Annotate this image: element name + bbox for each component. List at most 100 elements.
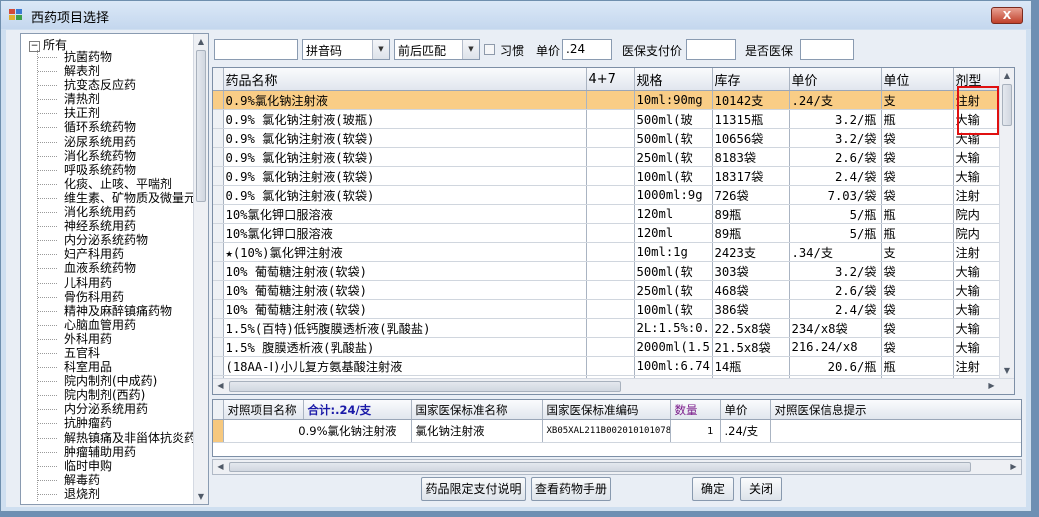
tree-item[interactable]: 神经系统用药 [38, 219, 198, 233]
row-header[interactable] [213, 204, 224, 224]
title-bar[interactable]: 西药项目选择 X [1, 1, 1031, 29]
row-header[interactable] [213, 128, 224, 148]
row-header[interactable] [213, 109, 224, 129]
tree-item[interactable]: 心脑血管用药 [38, 318, 198, 332]
tree-item[interactable]: 五官科 [38, 346, 198, 360]
col-header-hint[interactable]: 对照医保信息提示 [770, 400, 1021, 420]
col-header-unit[interactable]: 单位 [881, 68, 954, 91]
match-mode-select[interactable]: 前后匹配 ▼ [394, 39, 480, 60]
tree-item[interactable]: 清热剂 [38, 92, 198, 106]
close-button[interactable]: 关闭 [740, 477, 782, 501]
drug-grid-hscroll-thumb[interactable] [229, 381, 621, 392]
row-header[interactable] [213, 356, 224, 376]
insurance-price-input[interactable] [686, 39, 736, 60]
insured-input[interactable] [800, 39, 854, 60]
table-row[interactable]: 10%氯化钾口服溶液 120ml 89瓶 5/瓶瓶院内 [213, 204, 1004, 224]
table-row[interactable]: 0.9% 氯化钠注射液(软袋) 1000ml:9g 726袋 7.03/袋袋注射 [213, 185, 1004, 205]
table-row[interactable]: 0.9% 氯化钠注射液(软袋) 100ml(软 18317袋 2.4/袋袋大输 [213, 166, 1004, 186]
tree-item[interactable]: 呼吸系统药物 [38, 163, 198, 177]
table-row[interactable]: 1.5%(百特)低钙腹膜透析液(乳酸盐) 2L:1.5%:0. 22.5x8袋 234… [213, 318, 1004, 338]
col-header-total[interactable]: 合计:.24/支 [303, 400, 412, 420]
col-header-qty[interactable]: 数量 [670, 400, 721, 420]
tree-item[interactable]: 解表剂 [38, 64, 198, 78]
tree-item[interactable]: 循环系统药物 [38, 120, 198, 134]
tree-item[interactable]: 退烧剂 [38, 487, 198, 501]
tree-item[interactable]: 院内制剂(西药) [38, 388, 198, 402]
mapping-grid-hscrollbar[interactable]: ◀ ▶ [212, 459, 1022, 475]
tree-scrollbar[interactable]: ▲ ▼ [193, 34, 208, 504]
table-row[interactable]: 0.9% 氯化钠注射液(软袋) 250ml(软 8183袋 2.6/袋袋大输 [213, 147, 1004, 167]
price-input[interactable]: .24 [562, 39, 612, 60]
scroll-left-icon[interactable]: ◀ [213, 379, 228, 394]
tree-item[interactable]: 消化系统药物 [38, 149, 198, 163]
chevron-down-icon[interactable]: ▼ [372, 40, 389, 59]
scroll-left-icon[interactable]: ◀ [213, 460, 228, 474]
col-header-unit-price[interactable]: 单价 [720, 400, 771, 420]
tree-item[interactable]: 妇产科用药 [38, 247, 198, 261]
col-header-stock[interactable]: 库存 [712, 68, 790, 91]
col-header-std-code[interactable]: 国家医保标准编码 [542, 400, 671, 420]
tree-item[interactable]: 儿科用药 [38, 276, 198, 290]
tree-item[interactable]: 临时申购 [38, 459, 198, 473]
chevron-down-icon[interactable]: ▼ [462, 40, 479, 59]
row-header[interactable] [213, 90, 224, 110]
mapping-grid-hscroll-thumb[interactable] [229, 462, 971, 472]
tree-item[interactable]: 抗肿瘤药 [38, 416, 198, 430]
row-header[interactable] [213, 261, 224, 281]
col-header-mapped-name[interactable]: 对照项目名称 [223, 400, 304, 420]
tree-item[interactable]: 抗菌药物 [38, 50, 198, 64]
row-header[interactable] [213, 147, 224, 167]
row-header[interactable] [213, 337, 224, 357]
tree-item[interactable]: 解毒药 [38, 473, 198, 487]
scroll-right-icon[interactable]: ▶ [984, 379, 999, 394]
table-row[interactable]: 10% 葡萄糖注射液(软袋) 250ml(软 468袋 2.6/袋袋大输 [213, 280, 1004, 300]
tree-item[interactable]: 骨伤科用药 [38, 290, 198, 304]
scroll-up-icon[interactable]: ▲ [194, 34, 208, 49]
tree-item[interactable]: 科室用品 [38, 360, 198, 374]
table-row[interactable]: 1.5% 腹膜透析液(乳酸盐) 2000ml(1.5 21.5x8袋 216.24/x… [213, 337, 1004, 357]
table-row[interactable]: 10% 葡萄糖注射液(软袋) 500ml(软 303袋 3.2/袋袋大输 [213, 261, 1004, 281]
table-row[interactable]: (18AA-Ⅰ)小儿复方氨基酸注射液 100ml:6.7414瓶20.6/瓶瓶注射 [213, 356, 1004, 376]
table-row[interactable]: 0.9%氯化钠注射液 氯化钠注射液 XB05XAL211B002010101078 1… [213, 419, 1021, 443]
drug-grid-vscrollbar[interactable]: ▲ ▼ [999, 68, 1014, 378]
tree-item[interactable]: 泌尿系统用药 [38, 135, 198, 149]
table-row[interactable]: 10% 葡萄糖注射液(软袋) 100ml(软 386袋 2.4/袋袋大输 [213, 299, 1004, 319]
search-input[interactable] [214, 39, 298, 60]
tree-item[interactable]: 精神及麻醉镇痛药物 [38, 304, 198, 318]
tree-item[interactable]: 院内制剂(中成药) [38, 374, 198, 388]
habit-checkbox[interactable] [484, 44, 495, 55]
drug-manual-button[interactable]: 查看药物手册 [531, 477, 611, 501]
tree-item[interactable]: 抗变态反应药 [38, 78, 198, 92]
tree-item[interactable]: 解热镇痛及非甾体抗炎药 [38, 431, 198, 445]
row-header[interactable] [213, 185, 224, 205]
col-header-price[interactable]: 单价 [789, 68, 882, 91]
tree-item[interactable]: 维生素、矿物质及微量元 [38, 191, 198, 205]
tree-item[interactable]: 扶正剂 [38, 106, 198, 120]
table-row[interactable]: 0.9% 氯化钠注射液(玻瓶) 500ml(玻 11315瓶 3.2/瓶瓶大输 [213, 109, 1004, 129]
tree-item[interactable]: 内分泌系统用药 [38, 402, 198, 416]
tree-item[interactable]: 肿瘤辅助用药 [38, 445, 198, 459]
row-header[interactable] [213, 419, 224, 443]
table-row[interactable]: 0.9%氯化钠注射液 10ml:90mg 10142支 .24/支支注射 [213, 90, 1004, 110]
scroll-down-icon[interactable]: ▼ [194, 489, 208, 504]
col-header-47[interactable]: 4+7 [586, 68, 635, 91]
row-header[interactable] [213, 318, 224, 338]
ok-button[interactable]: 确定 [692, 477, 734, 501]
col-header-name[interactable]: 药品名称 [223, 68, 587, 91]
close-window-button[interactable]: X [991, 7, 1023, 24]
tree-item[interactable]: 血液系统药物 [38, 261, 198, 275]
col-header-spec[interactable]: 规格 [634, 68, 713, 91]
row-header[interactable] [213, 280, 224, 300]
scroll-up-icon[interactable]: ▲ [1000, 68, 1014, 83]
tree-scroll-thumb[interactable] [196, 50, 206, 202]
scroll-right-icon[interactable]: ▶ [1006, 460, 1021, 474]
table-row[interactable]: ★(10%)氯化钾注射液 10ml:1g 2423支 .34/支支注射 [213, 242, 1004, 262]
drug-grid-hscrollbar[interactable]: ◀ ▶ [213, 378, 1014, 394]
tree-item[interactable]: 消化系统用药 [38, 205, 198, 219]
drug-grid-vscroll-thumb[interactable] [1002, 84, 1012, 126]
row-header[interactable] [213, 242, 224, 262]
row-header[interactable] [213, 166, 224, 186]
table-row[interactable]: 10%氯化钾口服溶液 120ml 89瓶 5/瓶瓶院内 [213, 223, 1004, 243]
limit-payment-button[interactable]: 药品限定支付说明 [421, 477, 526, 501]
tree-item[interactable]: 内分泌系统药物 [38, 233, 198, 247]
